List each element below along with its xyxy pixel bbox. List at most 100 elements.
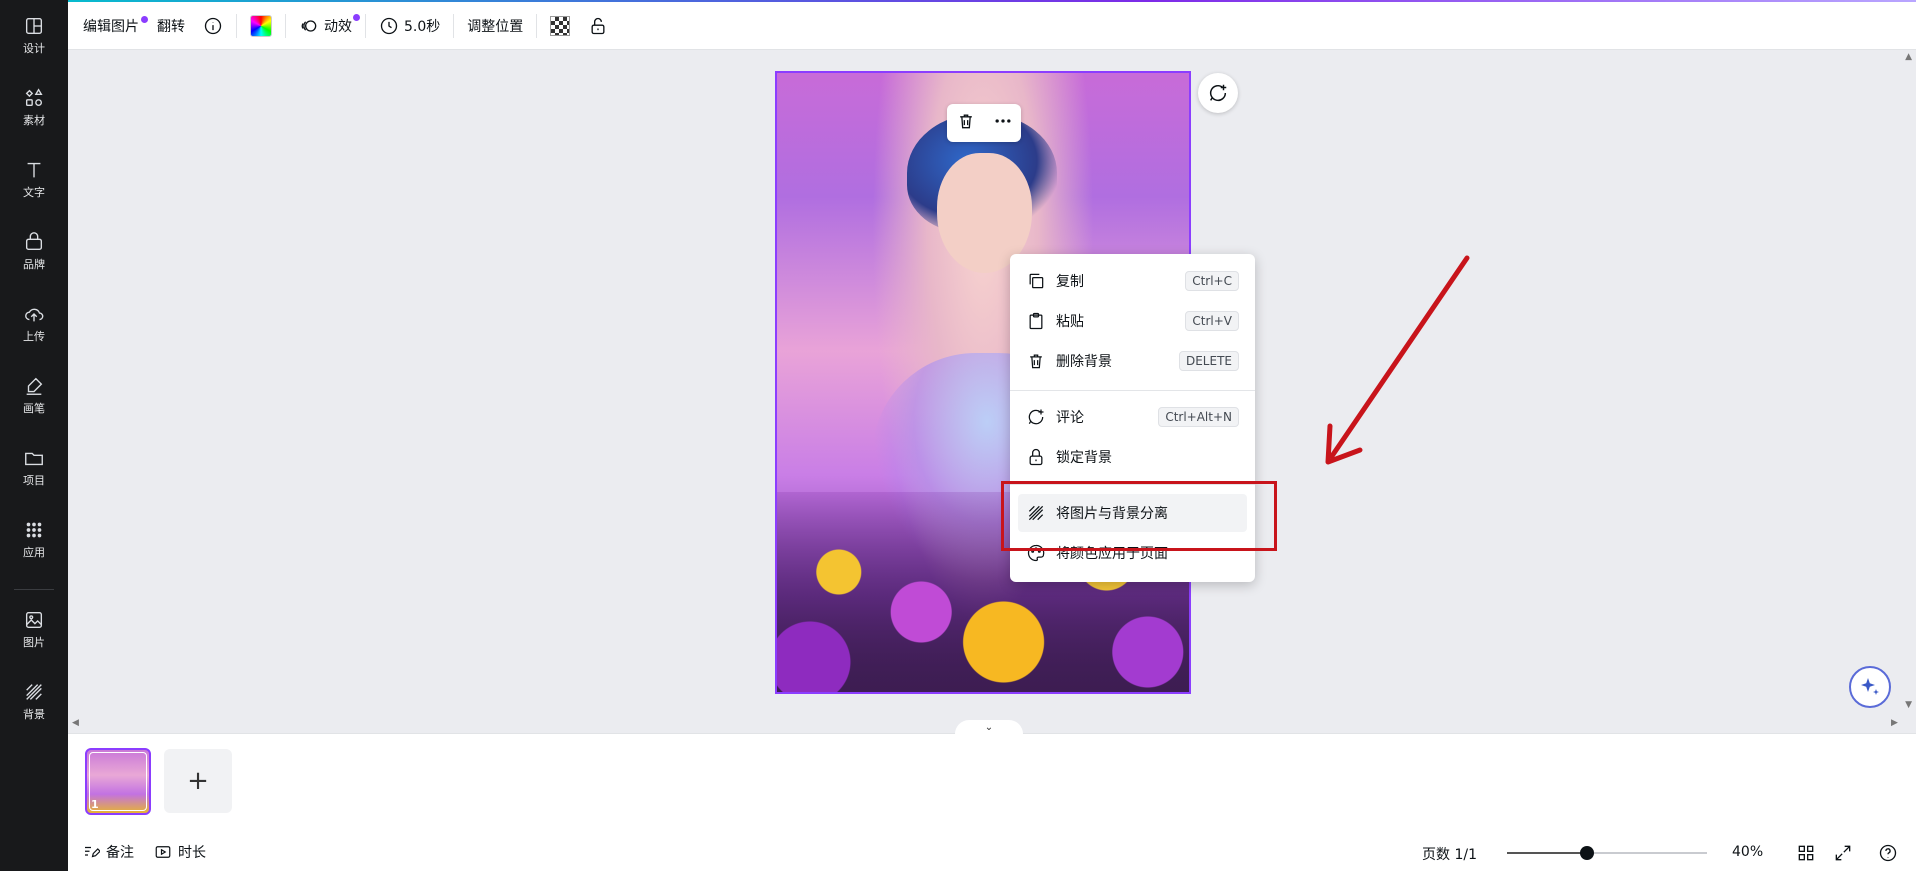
page-thumbnail-number: 1 (91, 798, 99, 811)
sidebar-divider (14, 589, 54, 590)
sidebar-item-label: 文字 (23, 185, 45, 199)
shapes-icon (25, 87, 43, 106)
duration-footer-button[interactable]: 时长 (154, 842, 206, 862)
sidebar-item-draw[interactable]: 画笔 (0, 365, 68, 425)
notes-label: 备注 (106, 845, 134, 861)
trash-icon (1030, 354, 1042, 369)
animate-button[interactable]: 动效 (290, 10, 361, 42)
menu-item-label: 粘贴 (1056, 314, 1084, 330)
menu-item-label: 删除背景 (1056, 354, 1112, 370)
help-button[interactable] (1878, 843, 1898, 863)
scroll-left-arrow[interactable]: ◀ (72, 718, 79, 728)
transparency-checker-icon (550, 15, 571, 36)
menu-item-label: 复制 (1056, 274, 1084, 290)
sidebar-item-label: 项目 (23, 473, 45, 487)
more-options-button[interactable] (993, 111, 1013, 135)
sidebar-item-label: 素材 (23, 113, 45, 127)
sidebar-item-text[interactable]: 文字 (0, 149, 68, 209)
annotation-highlight-box (1001, 481, 1277, 551)
duration-button[interactable]: 5.0秒 (370, 10, 449, 42)
grid-view-button[interactable] (1796, 843, 1816, 863)
sidebar-item-label: 设计 (23, 41, 45, 55)
sidebar-item-label: 上传 (23, 329, 45, 343)
context-toolbar: 编辑图片 翻转 动效 5.0秒 调整位置 (68, 2, 1916, 50)
add-comment-button[interactable] (1198, 73, 1238, 113)
footer-left-controls: 备注 时长 (82, 842, 206, 862)
sidebar-item-photos[interactable]: 图片 (0, 599, 68, 659)
shortcut-hint: Ctrl+Alt+N (1158, 407, 1239, 427)
sidebar-item-label: 画笔 (23, 401, 45, 415)
animate-label: 动效 (324, 18, 352, 35)
zoom-slider-fill (1507, 852, 1587, 854)
grid-view-icon (1798, 845, 1814, 861)
edit-image-label: 编辑图片 (83, 18, 139, 35)
clock-icon (380, 17, 398, 34)
flip-button[interactable]: 翻转 (148, 10, 194, 42)
sidebar-item-brand[interactable]: 品牌 (0, 221, 68, 281)
new-badge-dot (141, 15, 148, 23)
zoom-slider[interactable] (1507, 846, 1707, 860)
folder-icon (25, 452, 43, 465)
sidebar-item-apps[interactable]: 应用 (0, 509, 68, 569)
menu-item-lock-background[interactable]: 锁定背景 (1018, 438, 1247, 476)
play-box-icon (155, 846, 171, 858)
page-count: 页数 1/1 (1422, 847, 1477, 863)
background-stripes-icon (26, 683, 42, 700)
lock-icon (1029, 448, 1043, 466)
layout-icon (25, 17, 43, 34)
lock-button[interactable] (579, 10, 617, 42)
edit-image-button[interactable]: 编辑图片 (74, 10, 148, 42)
position-button[interactable]: 调整位置 (458, 10, 532, 42)
unlock-icon (591, 17, 605, 34)
duration-footer-label: 时长 (178, 845, 206, 861)
new-badge-dot (353, 13, 360, 21)
delete-element-button[interactable] (956, 111, 976, 135)
collapse-pages-button[interactable]: ⌄ (955, 720, 1023, 734)
page-thumbnail[interactable]: 1 (85, 748, 151, 815)
notes-pencil-icon (85, 846, 100, 858)
flip-label: 翻转 (157, 18, 185, 35)
scroll-down-arrow[interactable]: ▼ (1905, 700, 1912, 710)
zoom-percent[interactable]: 40% (1732, 844, 1763, 860)
info-icon (204, 17, 222, 34)
toolbar-divider (536, 13, 538, 38)
toolbar-divider (285, 13, 286, 38)
add-page-button[interactable]: + (164, 749, 232, 813)
sidebar-item-background[interactable]: 背景 (0, 671, 68, 731)
info-button[interactable] (194, 10, 232, 42)
comment-add-icon (1028, 409, 1044, 425)
magic-assistant-button[interactable] (1849, 666, 1891, 708)
sidebar-item-design[interactable]: 设计 (0, 5, 68, 65)
cloud-upload-icon (25, 308, 44, 321)
menu-item-paste[interactable]: 粘贴 Ctrl+V (1018, 302, 1247, 340)
menu-item-label: 评论 (1056, 410, 1084, 426)
sidebar-item-label: 背景 (23, 707, 45, 721)
menu-item-delete-background[interactable]: 删除背景 DELETE (1018, 342, 1247, 380)
menu-item-comment[interactable]: 评论 Ctrl+Alt+N (1018, 398, 1247, 436)
trash-icon (959, 114, 972, 129)
scroll-up-arrow[interactable]: ▲ (1905, 52, 1912, 62)
chevron-down-icon: ⌄ (984, 721, 994, 733)
fullscreen-button[interactable] (1833, 843, 1853, 863)
menu-item-copy[interactable]: 复制 Ctrl+C (1018, 262, 1247, 300)
transparency-button[interactable] (541, 10, 579, 42)
more-dots-icon (995, 119, 1010, 123)
sidebar-item-uploads[interactable]: 上传 (0, 293, 68, 353)
duration-label: 5.0秒 (404, 18, 441, 35)
sidebar-item-elements[interactable]: 素材 (0, 77, 68, 137)
shortcut-hint: Ctrl+C (1185, 271, 1239, 291)
notes-button[interactable]: 备注 (82, 842, 134, 862)
comment-add-icon (1210, 84, 1227, 102)
scroll-right-arrow[interactable]: ▶ (1891, 718, 1898, 728)
pen-icon (26, 377, 43, 395)
paste-icon (1029, 312, 1043, 330)
copy-icon (1029, 273, 1044, 289)
color-button[interactable] (241, 9, 281, 43)
zoom-slider-handle[interactable] (1580, 846, 1594, 860)
animate-circles-icon (301, 19, 317, 32)
shortcut-hint: Ctrl+V (1185, 311, 1239, 331)
toolbar-divider (236, 13, 237, 38)
sidebar-item-projects[interactable]: 项目 (0, 437, 68, 497)
annotation-arrow (1325, 255, 1470, 465)
text-icon (27, 162, 41, 177)
